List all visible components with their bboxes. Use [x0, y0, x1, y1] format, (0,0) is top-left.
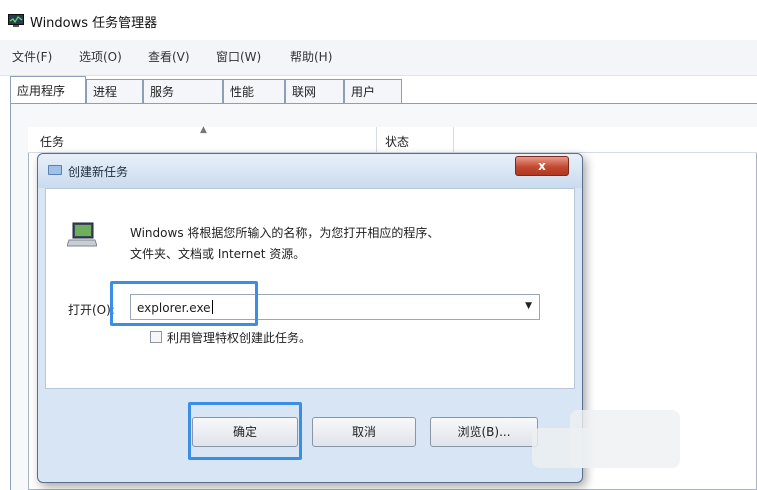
run-program-icon	[67, 222, 97, 247]
menu-options[interactable]: 选项(O)	[79, 48, 122, 65]
admin-privileges-checkbox[interactable]	[150, 331, 162, 343]
tab-services[interactable]: 服务	[143, 79, 223, 103]
window-title: Windows 任务管理器	[30, 16, 158, 31]
column-task[interactable]: 任务	[40, 133, 64, 150]
dialog-title: 创建新任务	[68, 165, 129, 179]
tab-processes[interactable]: 进程	[86, 79, 143, 103]
sort-ascending-icon: ▲	[200, 125, 207, 135]
browse-button[interactable]: 浏览(B)...	[430, 417, 538, 447]
column-divider[interactable]	[376, 127, 377, 153]
menu-window[interactable]: 窗口(W)	[216, 48, 261, 65]
close-icon: x	[538, 159, 546, 173]
dialog-titlebar[interactable]: 创建新任务 x	[38, 154, 582, 188]
menu-help[interactable]: 帮助(H)	[290, 48, 332, 65]
tab-applications[interactable]: 应用程序	[10, 76, 86, 103]
window-titlebar: Windows 任务管理器	[0, 0, 757, 40]
close-button[interactable]: x	[515, 156, 569, 176]
task-manager-monitor-icon	[8, 14, 24, 27]
column-status[interactable]: 状态	[385, 133, 409, 150]
tab-performance[interactable]: 性能	[223, 79, 285, 103]
dialog-description-continued: 文件夹、文档或 Internet 资源。	[130, 247, 306, 261]
task-list-header: 任务 ▲ 状态	[28, 125, 757, 153]
dropdown-arrow-icon[interactable]: ▼	[525, 301, 532, 311]
menu-view[interactable]: 查看(V)	[148, 48, 190, 65]
open-label: 打开(O):	[68, 303, 115, 317]
dialog-window-icon	[48, 165, 62, 175]
menu-bar: 文件(F) 选项(O) 查看(V) 窗口(W) 帮助(H)	[0, 40, 757, 76]
cancel-button[interactable]: 取消	[312, 417, 416, 447]
ok-button-highlight	[188, 402, 302, 460]
watermark-blur	[570, 410, 680, 468]
column-divider[interactable]	[453, 127, 454, 153]
open-field-highlight	[110, 281, 258, 326]
menu-file[interactable]: 文件(F)	[12, 48, 52, 65]
admin-privileges-label[interactable]: 利用管理特权创建此任务。	[167, 329, 311, 346]
tab-users[interactable]: 用户	[344, 79, 402, 103]
dialog-description: Windows 将根据您所输入的名称，为您打开相应的程序、	[130, 226, 440, 240]
tab-networking[interactable]: 联网	[285, 79, 344, 103]
